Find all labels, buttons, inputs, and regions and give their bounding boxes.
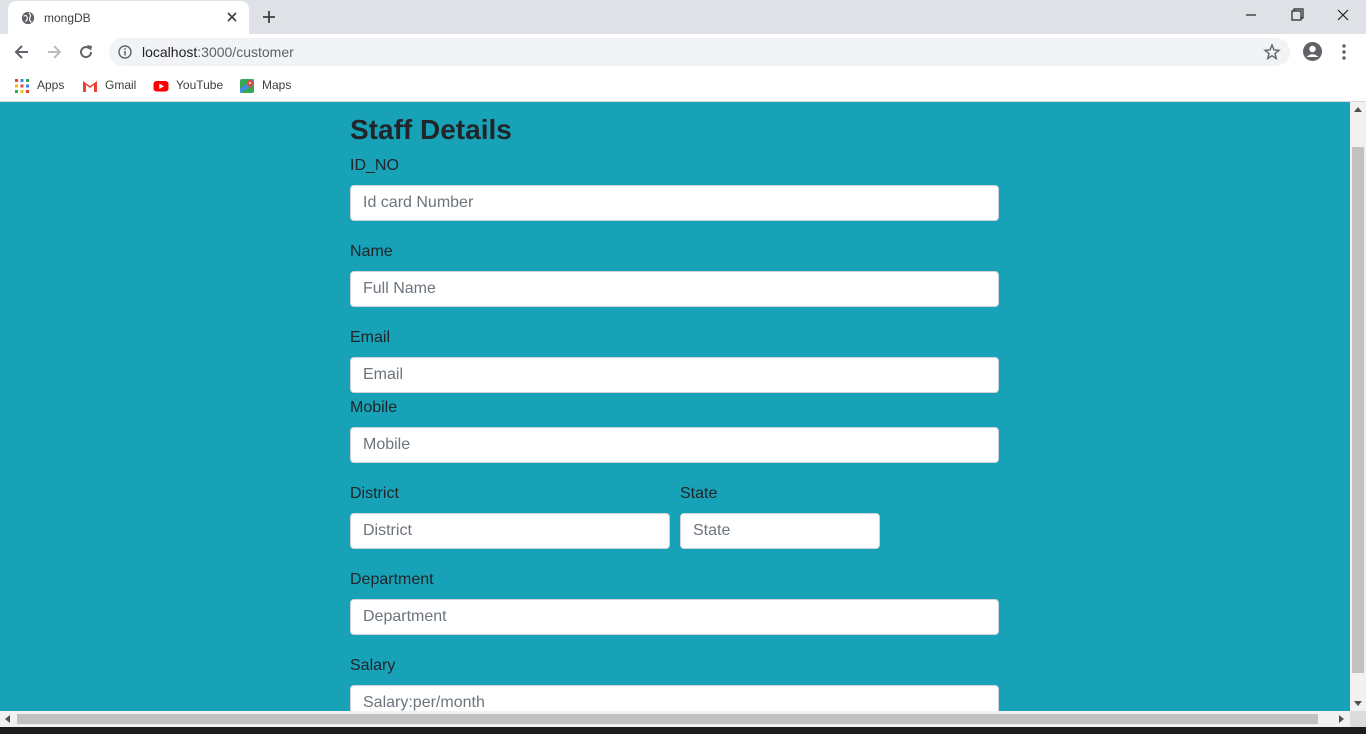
profile-avatar-icon[interactable] [1302,41,1323,62]
vertical-scroll-thumb[interactable] [1352,147,1364,673]
bookmark-label: Maps [262,78,292,92]
district-label: District [350,485,399,502]
scroll-down-arrow-icon[interactable] [1354,701,1362,706]
tab-title: mongDB [44,11,91,25]
gmail-icon [83,81,97,92]
page-viewport: Staff Details ID_NO Name Email Mobile Di… [0,102,1350,711]
back-arrow-icon[interactable] [12,42,32,62]
bookmark-label: YouTube [176,78,224,92]
taskbar-edge [0,727,1366,734]
district-input[interactable] [350,513,670,549]
department-input[interactable] [350,599,999,635]
salary-input[interactable] [350,685,999,711]
browser-toolbar: localhost:3000/customer [0,34,1366,71]
url-text: localhost:3000/customer [142,44,294,60]
browser-tab[interactable]: mongDB [8,1,249,34]
state-input[interactable] [680,513,880,549]
name-label: Name [350,243,393,260]
tab-strip: mongDB [0,0,1366,34]
vertical-scrollbar[interactable] [1350,102,1366,711]
name-input[interactable] [350,271,999,307]
state-label: State [680,485,718,502]
horizontal-scrollbar[interactable] [0,711,1350,727]
address-bar[interactable]: localhost:3000/customer [109,38,1290,66]
email-input[interactable] [350,357,999,393]
new-tab-icon[interactable] [259,7,279,27]
bookmark-star-icon[interactable] [1263,43,1281,61]
salary-label: Salary [350,657,396,674]
globe-icon [21,11,35,25]
close-window-icon[interactable] [1330,4,1356,26]
id-no-label: ID_NO [350,157,399,174]
info-icon[interactable] [118,45,132,59]
forward-arrow-icon[interactable] [44,42,64,62]
horizontal-scroll-thumb[interactable] [17,714,1318,724]
scroll-up-arrow-icon[interactable] [1354,107,1362,112]
email-label: Email [350,329,391,346]
more-menu-icon[interactable] [1335,42,1353,62]
youtube-icon [153,81,169,92]
page-title: Staff Details [350,114,512,145]
minimize-icon[interactable] [1238,4,1264,26]
scroll-right-arrow-icon[interactable] [1339,715,1344,723]
bookmarks-bar: Apps Gmail YouTube Maps [0,71,1366,102]
restore-icon[interactable] [1284,4,1310,26]
reload-icon[interactable] [76,42,96,62]
bookmark-label: Gmail [105,78,137,92]
bookmark-label: Apps [37,78,65,92]
mobile-label: Mobile [350,399,398,416]
department-label: Department [350,571,434,588]
id-no-input[interactable] [350,185,999,221]
scrollbar-corner [1350,711,1366,727]
close-tab-icon[interactable] [223,8,241,26]
apps-grid-icon [15,79,29,93]
scroll-left-arrow-icon[interactable] [5,715,10,723]
maps-icon [240,79,254,93]
mobile-input[interactable] [350,427,999,463]
